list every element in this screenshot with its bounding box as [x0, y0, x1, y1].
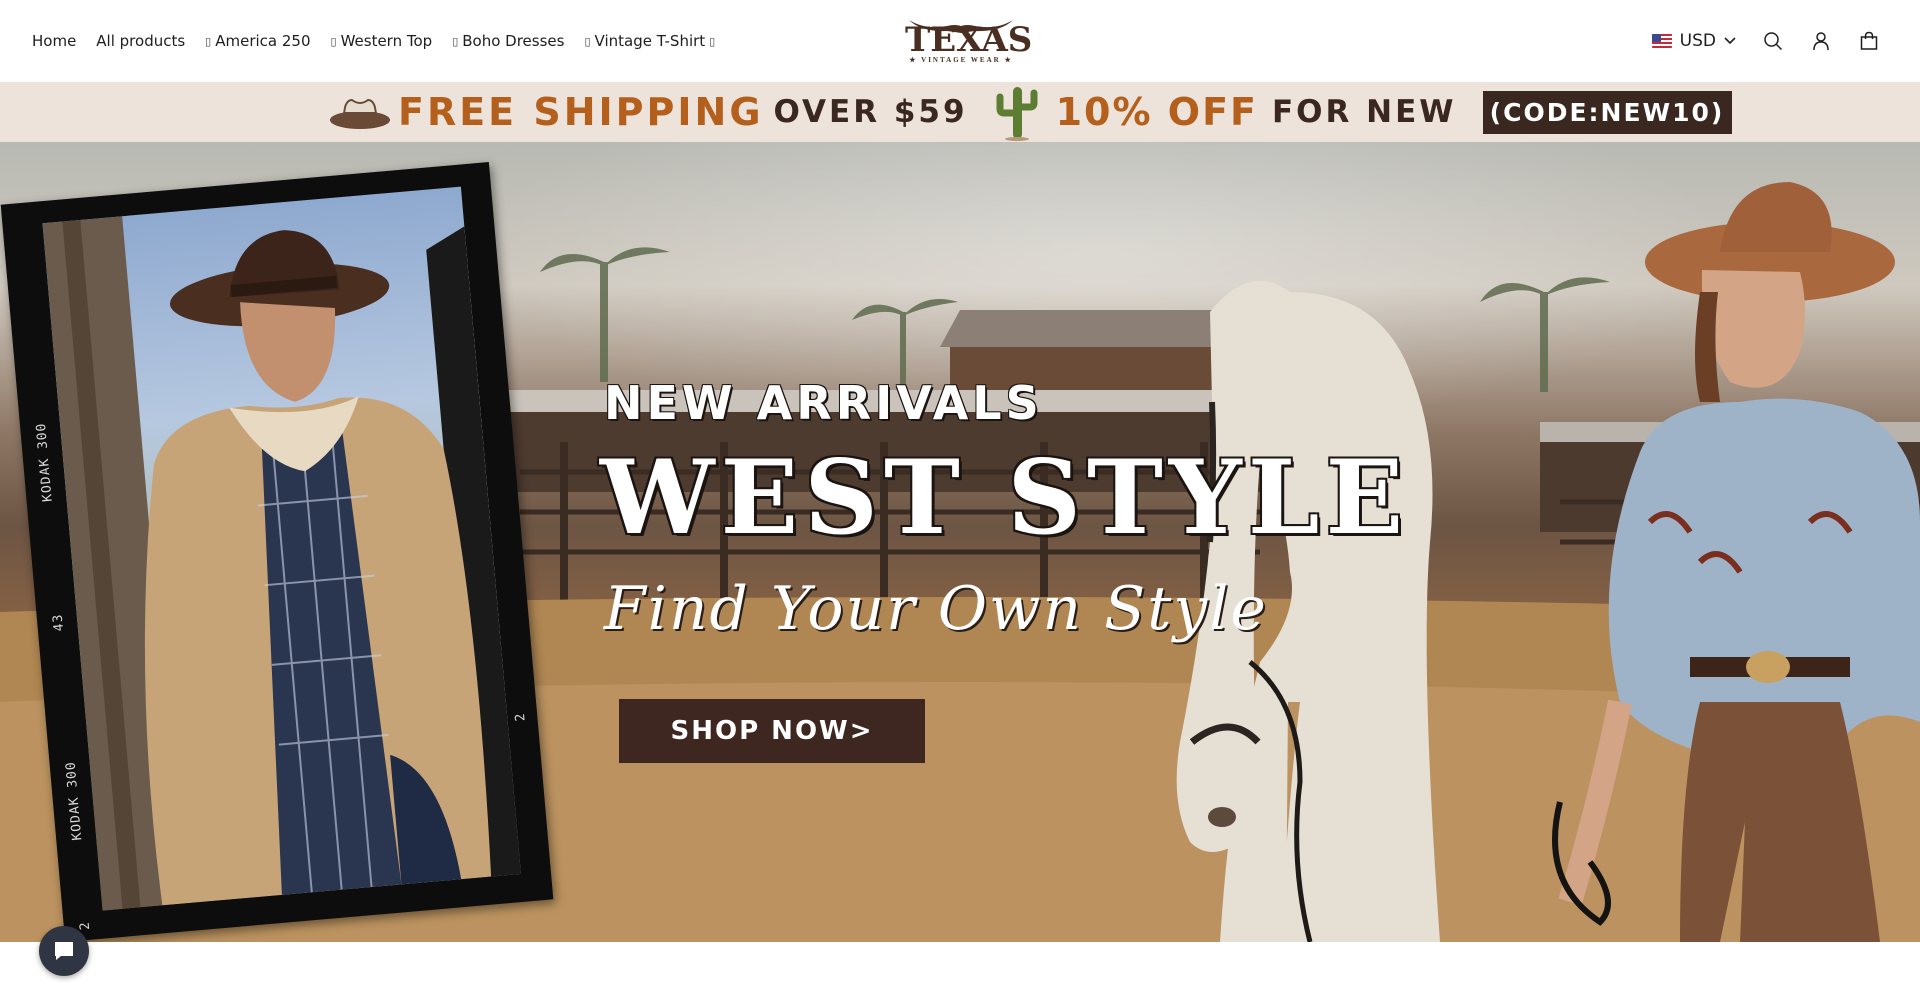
promo-free-shipping: FREE SHIPPING [398, 90, 764, 134]
account-icon[interactable] [1810, 30, 1832, 52]
nav-item-label: Boho Dresses [462, 32, 565, 50]
film-photo-frame: KODAK 300 43 KODAK 300 2 2 [0, 162, 554, 942]
cowboy-hat-icon [330, 98, 390, 129]
cactus-icon [996, 87, 1038, 141]
brand-logo[interactable]: TEXAS ★ VINTAGE WEAR ★ [905, 14, 1033, 68]
promo-for-new: FOR NEW [1271, 94, 1457, 130]
hero-tagline: Find Your Own Style [604, 574, 1268, 644]
hero-banner[interactable]: KODAK 300 43 KODAK 300 2 2 NEW ARRIVALS … [0, 142, 1920, 942]
site-header: Home All products ▯ America 250 ▯ Western … [0, 0, 1920, 82]
placeholder-glyph-icon: ▯ [330, 34, 337, 48]
nav-item-label: All products [96, 32, 186, 50]
currency-label: USD [1679, 31, 1716, 51]
film-edge-label: 43 [50, 613, 68, 632]
chat-icon [55, 942, 73, 960]
header-actions: USD [1651, 0, 1880, 82]
nav-item-label: America 250 [215, 32, 311, 50]
us-flag-icon [1651, 34, 1672, 48]
chevron-down-icon [1724, 37, 1736, 45]
nav-item-label: Home [32, 32, 77, 50]
film-edge-label: 2 [77, 920, 94, 931]
chat-launcher-button[interactable] [39, 926, 89, 976]
nav-item-all-products[interactable]: All products [96, 32, 185, 50]
nav-item-label: Western Top [340, 32, 433, 50]
nav-item-vintage-t-shirt[interactable]: ▯ Vintage T-Shirt ▯ [584, 32, 715, 50]
currency-selector[interactable]: USD [1651, 31, 1736, 51]
promo-threshold: OVER $59 [773, 94, 968, 130]
placeholder-glyph-icon: ▯ [452, 34, 459, 48]
placeholder-glyph-icon: ▯ [205, 34, 212, 48]
promo-code-badge[interactable]: (CODE:NEW10) [1482, 90, 1732, 134]
shop-now-button[interactable]: SHOP NOW> [619, 699, 925, 763]
logo-wordmark: TEXAS [905, 20, 1033, 60]
nav-item-label: Vintage T-Shirt [594, 32, 706, 50]
placeholder-glyph-icon: ▯ [709, 34, 716, 48]
film-edge-label: KODAK 300 [63, 760, 86, 842]
man-in-jacket-photo [42, 186, 521, 911]
nav-item-home[interactable]: Home [32, 32, 76, 50]
main-nav: Home All products ▯ America 250 ▯ Western … [32, 0, 715, 82]
cart-icon[interactable] [1858, 30, 1880, 52]
film-edge-label: 2 [512, 711, 529, 723]
nav-item-boho-dresses[interactable]: ▯ Boho Dresses [452, 32, 564, 50]
hero-eyebrow: NEW ARRIVALS [604, 376, 1043, 430]
nav-item-america-250[interactable]: ▯ America 250 [205, 32, 310, 50]
placeholder-glyph-icon: ▯ [584, 34, 591, 48]
promo-content: FREE SHIPPING OVER $59 10% OFF FOR NEW (… [328, 82, 1732, 142]
search-icon[interactable] [1762, 30, 1784, 52]
logo-subtitle: ★ VINTAGE WEAR ★ [909, 56, 1013, 64]
hero-headline: WEST STYLE [600, 438, 1410, 558]
nav-item-western-top[interactable]: ▯ Western Top [331, 32, 433, 50]
promo-banner[interactable]: FREE SHIPPING OVER $59 10% OFF FOR NEW (… [0, 82, 1920, 142]
promo-discount: 10% OFF [1055, 90, 1258, 134]
film-edge-label: KODAK 300 [33, 421, 56, 503]
